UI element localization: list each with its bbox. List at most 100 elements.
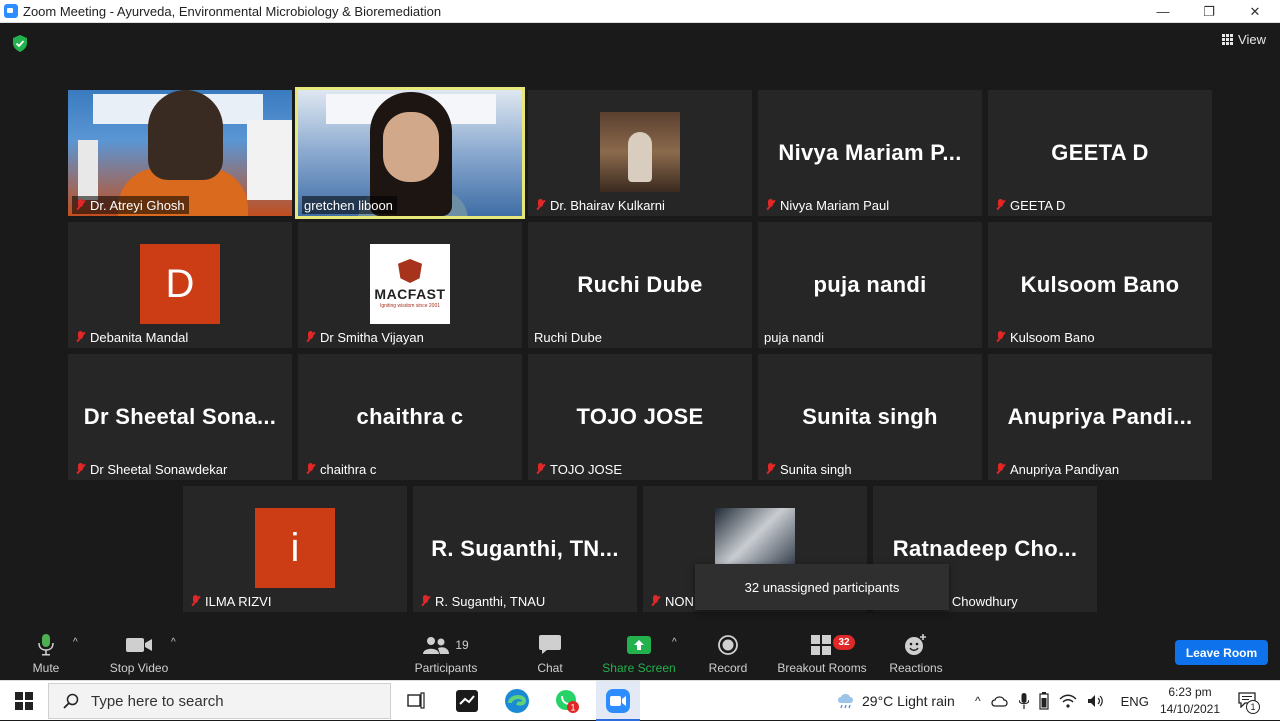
battery-icon[interactable]	[1039, 692, 1049, 710]
window-title: Zoom Meeting - Ayurveda, Environmental M…	[23, 3, 442, 19]
participant-tile[interactable]: D Debanita Mandal	[68, 222, 292, 348]
video-options-caret-icon[interactable]: ^	[171, 637, 176, 648]
macfast-shield-icon	[398, 259, 422, 283]
stop-video-button[interactable]: Stop Video	[106, 631, 172, 677]
participant-name: Dr. Bhairav Kulkarni	[532, 196, 669, 214]
maximize-button[interactable]: ❐	[1186, 0, 1232, 23]
share-screen-button[interactable]: Share Screen	[602, 631, 676, 677]
system-tray: ^ ENG	[975, 681, 1149, 721]
microphone-tray-icon[interactable]	[1018, 693, 1029, 709]
muted-mic-icon	[534, 198, 547, 212]
participant-name: Dr. Atreyi Ghosh	[72, 196, 189, 214]
participant-display-name: Kulsoom Bano	[1020, 272, 1180, 297]
input-language[interactable]: ENG	[1121, 694, 1149, 709]
minimize-button[interactable]: —	[1140, 0, 1186, 23]
participants-button[interactable]: 19 Participants	[410, 631, 482, 677]
participant-name: Dr Sheetal Sonawdekar	[72, 460, 231, 478]
taskbar-search-box[interactable]: Type here to search	[48, 683, 391, 719]
weather-widget[interactable]: 29°C Light rain	[836, 681, 955, 721]
rain-cloud-icon	[838, 694, 853, 709]
reactions-smiley-icon	[905, 634, 926, 655]
macfast-logo: MACFAST Igniting wisdom since 2001	[370, 244, 450, 324]
participant-display-name: TOJO JOSE	[576, 404, 704, 429]
initial-avatar: D	[140, 244, 220, 324]
close-button[interactable]: ✕	[1232, 0, 1278, 23]
meeting-toolbar: Mute ^ Stop Video ^ 19 Participants Chat…	[0, 627, 1280, 680]
muted-mic-icon	[304, 462, 317, 476]
muted-mic-icon	[534, 462, 547, 476]
audio-options-caret-icon[interactable]: ^	[73, 637, 78, 648]
participant-display-name: R. Suganthi, TN...	[431, 536, 619, 561]
video-camera-icon	[126, 638, 152, 652]
view-button[interactable]: View	[1222, 32, 1266, 47]
mute-button[interactable]: Mute	[26, 631, 66, 677]
breakout-rooms-button[interactable]: Breakout Rooms	[774, 631, 870, 677]
participant-tile[interactable]: Sunita singh Sunita singh	[758, 354, 982, 480]
muted-mic-icon	[764, 462, 777, 476]
participant-tile[interactable]: Ruchi Dube Ruchi Dube	[528, 222, 752, 348]
participant-name: Dr Smitha Vijayan	[302, 328, 428, 346]
title-bar: Zoom Meeting - Ayurveda, Environmental M…	[0, 0, 1280, 23]
muted-mic-icon	[419, 594, 432, 608]
participant-tile[interactable]: MACFAST Igniting wisdom since 2001 Dr Sm…	[298, 222, 522, 348]
chat-button[interactable]: Chat	[530, 631, 570, 677]
edge-browser-icon[interactable]	[503, 687, 531, 715]
participant-tile[interactable]: TOJO JOSE TOJO JOSE	[528, 354, 752, 480]
participant-name: Kulsoom Bano	[992, 328, 1099, 346]
participant-name: Anupriya Pandiyan	[992, 460, 1123, 478]
participant-tile[interactable]: Dr. Bhairav Kulkarni	[528, 90, 752, 216]
participant-tile[interactable]: Nivya Mariam P... Nivya Mariam Paul	[758, 90, 982, 216]
profile-photo	[600, 112, 680, 192]
leave-room-button[interactable]: Leave Room	[1175, 640, 1268, 665]
record-button[interactable]: Record	[706, 631, 750, 677]
profile-photo	[715, 508, 795, 564]
svg-text:1: 1	[570, 703, 575, 713]
participant-display-name: GEETA D	[1051, 140, 1149, 165]
windows-start-icon[interactable]	[15, 692, 33, 710]
chat-bubble-icon	[539, 635, 561, 654]
participant-tile[interactable]: i ILMA RIZVI	[183, 486, 407, 612]
participant-tile-active-speaker[interactable]: gretchen liboon	[295, 87, 525, 219]
participant-tile[interactable]: Dr Sheetal Sona... Dr Sheetal Sonawdekar	[68, 354, 292, 480]
participant-name: Sunita singh	[762, 460, 856, 478]
initial-avatar: i	[255, 508, 335, 588]
participant-name: Debanita Mandal	[72, 328, 192, 346]
wifi-icon[interactable]	[1059, 694, 1077, 708]
participant-tile[interactable]: chaithra c chaithra c	[298, 354, 522, 480]
onedrive-cloud-icon[interactable]	[990, 695, 1009, 707]
share-options-caret-icon[interactable]: ^	[672, 637, 677, 648]
tray-overflow-chevron-icon[interactable]: ^	[975, 694, 981, 708]
volume-icon[interactable]	[1087, 694, 1105, 708]
participant-name: p Chowdhury	[941, 593, 1018, 609]
participant-display-name: Sunita singh	[802, 404, 938, 429]
muted-mic-icon	[304, 330, 317, 344]
search-icon	[63, 693, 79, 709]
participant-display-name: Dr Sheetal Sona...	[83, 404, 277, 429]
microphone-icon	[38, 634, 54, 656]
muted-mic-icon	[994, 462, 1007, 476]
system-clock[interactable]: 6:23 pm 14/10/2021	[1150, 684, 1230, 718]
muted-mic-icon	[189, 594, 202, 608]
unassigned-participants-popup[interactable]: 32 unassigned participants	[695, 564, 949, 610]
breakout-rooms-icon	[811, 635, 831, 655]
search-placeholder: Type here to search	[91, 692, 224, 710]
participant-tile[interactable]: R. Suganthi, TN... R. Suganthi, TNAU	[413, 486, 637, 612]
participant-tile[interactable]: puja nandi puja nandi	[758, 222, 982, 348]
participant-name: chaithra c	[302, 460, 380, 478]
zoom-taskbar-icon[interactable]	[604, 687, 632, 715]
participant-name: Nivya Mariam Paul	[762, 196, 893, 214]
task-view-icon[interactable]	[402, 687, 430, 715]
participant-display-name: Ratnadeep Cho...	[892, 536, 1078, 561]
whatsapp-icon[interactable]: 1	[553, 687, 581, 715]
participant-name: puja nandi	[764, 329, 824, 345]
reactions-button[interactable]: Reactions	[886, 631, 946, 677]
windows-taskbar: Type here to search 1 29°C Light rain ^ …	[0, 680, 1280, 721]
breakout-rooms-badge: 32	[833, 635, 855, 650]
participant-tile[interactable]: Kulsoom Bano Kulsoom Bano	[988, 222, 1212, 348]
participant-display-name: Anupriya Pandi...	[1007, 404, 1193, 429]
app-icon[interactable]	[453, 687, 481, 715]
participant-tile[interactable]: GEETA D GEETA D	[988, 90, 1212, 216]
participant-tile[interactable]: Anupriya Pandi... Anupriya Pandiyan	[988, 354, 1212, 480]
encryption-shield-icon[interactable]	[12, 35, 28, 52]
participant-tile[interactable]: Dr. Atreyi Ghosh	[68, 90, 292, 216]
